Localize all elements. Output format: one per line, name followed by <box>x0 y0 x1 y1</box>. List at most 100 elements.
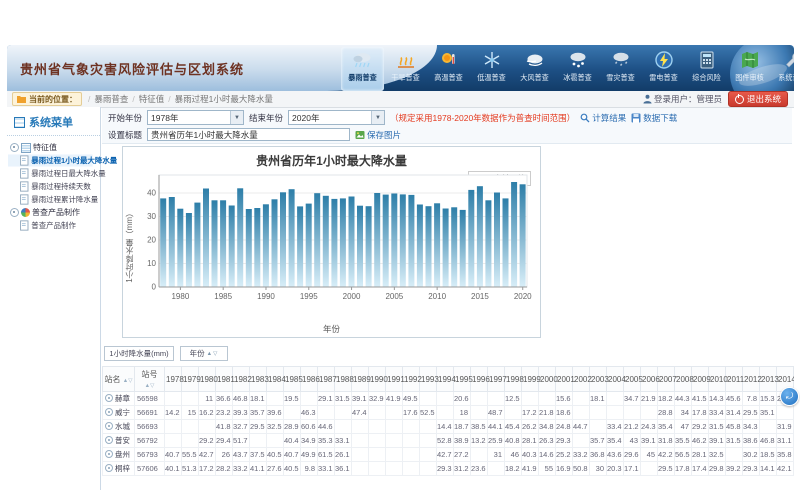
column-header-year[interactable]: 2009 <box>692 367 709 392</box>
breadcrumb-item[interactable]: 暴雨过程1小时最大降水量 <box>175 93 273 105</box>
column-header-year[interactable]: 1979 <box>182 367 199 392</box>
expand-icon[interactable] <box>105 450 113 458</box>
expand-icon[interactable] <box>105 422 113 430</box>
value-cell: 29.1 <box>318 392 335 406</box>
expand-icon[interactable] <box>105 436 113 444</box>
value-cell: 21.8 <box>539 406 556 420</box>
sidebar-item-product-making-item[interactable]: 普查产品制作 <box>8 219 93 231</box>
station-name-cell: 普安 <box>103 434 135 448</box>
column-header-year[interactable]: 2002 <box>573 367 590 392</box>
value-cell <box>352 462 369 476</box>
column-header-year[interactable]: 1999 <box>522 367 539 392</box>
nav-item-risk[interactable]: 综合风险 <box>685 47 728 91</box>
download-button[interactable]: 数据下载 <box>631 112 677 124</box>
sidebar-item-accumulated-precip[interactable]: 暴雨过程累计降水量 <box>8 193 93 205</box>
nav-item-wind[interactable]: 大风普查 <box>513 47 556 91</box>
value-cell: 34.7 <box>624 392 641 406</box>
expand-icon[interactable] <box>105 464 113 472</box>
sidebar-item-1h-max-precip[interactable]: 暴雨过程1小时最大降水量 <box>8 154 93 166</box>
nav-item-hail[interactable]: 冰雹普查 <box>556 47 599 91</box>
column-header-year[interactable]: 1987 <box>318 367 335 392</box>
sidebar-item-duration-days[interactable]: 暴雨过程持续天数 <box>8 180 93 192</box>
calculate-button[interactable]: 计算结果 <box>580 112 626 124</box>
column-header-station[interactable]: 站名 ▲▽ <box>103 367 135 392</box>
sidebar-group-feature-values[interactable]: 特征值 <box>8 141 99 154</box>
value-cell: 15 <box>182 406 199 420</box>
expand-icon[interactable] <box>105 394 113 402</box>
logout-button[interactable]: 退出系统 <box>728 91 788 107</box>
column-header-year[interactable]: 1994 <box>437 367 454 392</box>
column-header-year[interactable]: 1986 <box>301 367 318 392</box>
value-cell: 33.4 <box>607 420 624 434</box>
sidebar-group-product-making[interactable]: 普查产品制作 <box>8 206 99 219</box>
chart-title-input[interactable] <box>147 128 350 141</box>
column-header-year[interactable]: 1983 <box>250 367 267 392</box>
column-header-year[interactable]: 2003 <box>590 367 607 392</box>
value-cell <box>437 392 454 406</box>
location-chip: 当前的位置： <box>12 92 82 106</box>
column-header-year[interactable]: 1990 <box>369 367 386 392</box>
value-cell <box>199 420 216 434</box>
save-image-button[interactable]: 保存图片 <box>355 129 401 141</box>
value-cell <box>760 420 777 434</box>
column-header-station-id[interactable]: 站号 ▲▽ <box>135 367 165 392</box>
tree-toggle-icon[interactable] <box>10 143 19 152</box>
year-sort-box[interactable]: 年份 ▲▽ <box>180 346 228 361</box>
value-cell: 51.3 <box>182 462 199 476</box>
column-header-year[interactable]: 2010 <box>709 367 726 392</box>
value-cell: 45 <box>641 448 658 462</box>
column-header-year[interactable]: 2000 <box>539 367 556 392</box>
column-header-year[interactable]: 1993 <box>420 367 437 392</box>
breadcrumb-item[interactable]: 特征值 <box>139 93 165 105</box>
column-header-year[interactable]: 1980 <box>199 367 216 392</box>
column-header-year[interactable]: 2005 <box>624 367 641 392</box>
column-header-year[interactable]: 1992 <box>403 367 420 392</box>
expand-icon[interactable] <box>105 408 113 416</box>
nav-item-settings[interactable]: 系统设置 <box>771 47 794 91</box>
column-header-year[interactable]: 2011 <box>726 367 743 392</box>
column-header-year[interactable]: 1984 <box>267 367 284 392</box>
tree-toggle-icon[interactable] <box>10 208 19 217</box>
end-year-select[interactable]: 2020年 ▼ <box>288 110 385 125</box>
svg-text:*: * <box>625 62 628 68</box>
chevron-down-icon: ▼ <box>371 111 384 124</box>
breadcrumb-item[interactable]: 暴雨普查 <box>94 93 128 105</box>
nav-item-snow[interactable]: ***雪灾普查 <box>599 47 642 91</box>
column-header-year[interactable]: 2001 <box>556 367 573 392</box>
column-header-year[interactable]: 2012 <box>743 367 760 392</box>
floating-service-button[interactable]: ⤾ <box>780 387 799 406</box>
column-header-year[interactable]: 1996 <box>471 367 488 392</box>
svg-text:1990: 1990 <box>257 292 275 301</box>
column-header-year[interactable]: 1985 <box>284 367 301 392</box>
column-header-year[interactable]: 1991 <box>386 367 403 392</box>
column-header-year[interactable]: 2013 <box>760 367 777 392</box>
metric-filter-box[interactable]: 1小时降水量(mm) <box>104 346 174 361</box>
column-header-year[interactable]: 1997 <box>488 367 505 392</box>
nav-item-map-review[interactable]: 图件审核 <box>728 47 771 91</box>
nav-item-label: 低温普查 <box>471 72 512 82</box>
sidebar-item-daily-max-precip[interactable]: 暴雨过程日最大降水量 <box>8 167 93 179</box>
column-header-year[interactable]: 2006 <box>641 367 658 392</box>
column-header-year[interactable]: 1989 <box>352 367 369 392</box>
nav-item-drought[interactable]: 干旱普查 <box>384 47 427 91</box>
svg-text:1995: 1995 <box>300 292 318 301</box>
value-cell: 41.5 <box>692 392 709 406</box>
column-header-year[interactable]: 1978 <box>165 367 182 392</box>
column-header-year[interactable]: 2004 <box>607 367 624 392</box>
column-header-year[interactable]: 2007 <box>658 367 675 392</box>
column-header-year[interactable]: 1998 <box>505 367 522 392</box>
nav-item-low-temp[interactable]: 低温普查 <box>470 47 513 91</box>
column-header-year[interactable]: 1995 <box>454 367 471 392</box>
nav-item-rainstorm[interactable]: 暴雨普查 <box>341 47 384 91</box>
column-header-year[interactable]: 1981 <box>216 367 233 392</box>
start-year-select[interactable]: 1978年 ▼ <box>147 110 244 125</box>
column-header-year[interactable]: 1982 <box>233 367 250 392</box>
value-cell <box>369 462 386 476</box>
nav-item-high-temp[interactable]: 高温普查 <box>427 47 470 91</box>
value-cell <box>403 434 420 448</box>
column-header-year[interactable]: 1988 <box>335 367 352 392</box>
risk-calculator-icon <box>685 50 728 72</box>
column-header-year[interactable]: 2008 <box>675 367 692 392</box>
value-cell <box>590 406 607 420</box>
nav-item-lightning[interactable]: 雷电普查 <box>642 47 685 91</box>
